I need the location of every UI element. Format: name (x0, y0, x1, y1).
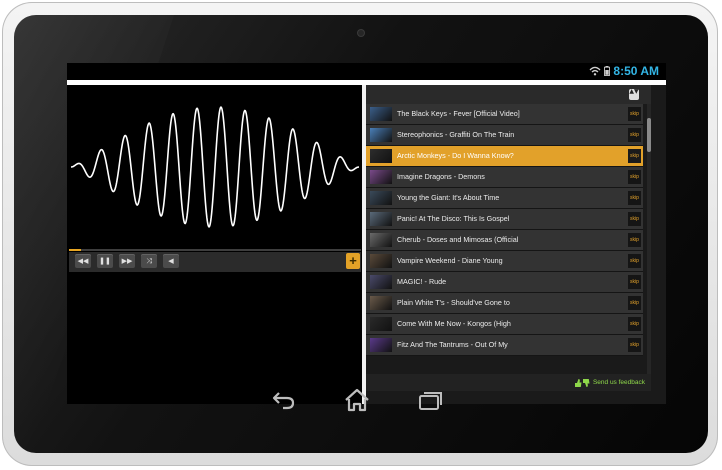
playlist-item-title: MAGIC! - Rude (397, 277, 447, 286)
playlist-list: The Black Keys - Fever [Official Video] s… (366, 104, 643, 374)
status-time: 8:50 AM (613, 64, 659, 78)
skip-button[interactable]: skip (628, 212, 641, 226)
shuffle-icon: ⤨ (146, 257, 152, 265)
pause-icon: ❚❚ (99, 257, 111, 265)
playlist-item[interactable]: Arctic Monkeys - Do I Wanna Know? skip (366, 146, 643, 167)
playlist-item-title: Young the Giant: It's About Time (397, 193, 500, 202)
playlist-header: ▲▼ (366, 85, 651, 104)
skip-button[interactable]: skip (628, 338, 641, 352)
playlist-item-title: Fitz And The Tantrums - Out Of My (397, 340, 508, 349)
playlist-item[interactable]: Young the Giant: It's About Time skip (366, 188, 643, 209)
sound-wave-line (70, 106, 360, 228)
video-thumbnail (370, 107, 392, 121)
skip-button[interactable]: skip (628, 191, 641, 205)
video-area[interactable] (69, 87, 361, 248)
playlist-item[interactable]: Stereophonics - Graffiti On The Train ski… (366, 125, 643, 146)
playlist-item-title: Come With Me Now - Kongos (High (397, 319, 511, 328)
add-to-playlist-button[interactable]: + (346, 253, 360, 269)
playlist-item[interactable]: Plain White T's - Should've Gone to skip (366, 293, 643, 314)
playlist-item[interactable]: Imagine Dragons - Demons skip (366, 167, 643, 188)
tablet-bezel: 8:50 AM ◀◀ ❚❚ ▶▶ ⤨ ◀ + ▲▼ The Black Keys… (14, 15, 708, 453)
video-thumbnail (370, 317, 392, 331)
playlist-item[interactable]: The Black Keys - Fever [Official Video] s… (366, 104, 643, 125)
video-thumbnail (370, 275, 392, 289)
playlist-item[interactable]: Come With Me Now - Kongos (High skip (366, 314, 643, 335)
volume-button[interactable]: ◀ (163, 254, 179, 268)
plus-icon: + (349, 253, 357, 268)
playlist-item-title: Vampire Weekend - Diane Young (397, 256, 503, 265)
playlist-item[interactable]: Vampire Weekend - Diane Young skip (366, 251, 643, 272)
battery-icon (604, 66, 611, 76)
video-thumbnail (370, 338, 392, 352)
video-thumbnail (370, 128, 392, 142)
skip-button[interactable]: skip (628, 128, 641, 142)
playlist-item[interactable]: MAGIC! - Rude skip (366, 272, 643, 293)
scrollbar-thumb[interactable] (647, 118, 651, 152)
back-icon (272, 392, 295, 410)
playlist-item[interactable]: Panic! At The Disco: This Is Gospel skip (366, 209, 643, 230)
video-player: ◀◀ ❚❚ ▶▶ ⤨ ◀ + (67, 85, 362, 404)
video-thumbnail (370, 233, 392, 247)
player-controls: ◀◀ ❚❚ ▶▶ ⤨ ◀ (69, 252, 361, 272)
android-navbar (270, 387, 470, 413)
playlist-panel: ▲▼ The Black Keys - Fever [Official Vide… (366, 85, 666, 404)
skip-button[interactable]: skip (628, 296, 641, 310)
playlist-item-title: Plain White T's - Should've Gone to (397, 298, 510, 307)
pause-button[interactable]: ❚❚ (97, 254, 113, 268)
rewind-button[interactable]: ◀◀ (75, 254, 91, 268)
recent-apps-icon (419, 392, 442, 410)
video-thumbnail (370, 170, 392, 184)
skip-button[interactable]: skip (628, 107, 641, 121)
playlist-item-title: The Black Keys - Fever [Official Video] (397, 109, 520, 118)
feedback-link[interactable]: Send us feedback (574, 374, 645, 391)
skip-button[interactable]: skip (628, 149, 641, 163)
sound-wave-artwork (70, 106, 360, 228)
playlist-item-title: Arctic Monkeys - Do I Wanna Know? (397, 151, 514, 160)
shuffle-button[interactable]: ⤨ (141, 254, 157, 268)
playlist-item[interactable]: Fitz And The Tantrums - Out Of My skip (366, 335, 643, 356)
feedback-label: Send us feedback (592, 379, 645, 386)
skip-button[interactable]: skip (628, 317, 641, 331)
status-bar: 8:50 AM (67, 63, 666, 80)
playlist-item-title: Imagine Dragons - Demons (397, 172, 485, 181)
fast-forward-button[interactable]: ▶▶ (119, 254, 135, 268)
home-button[interactable] (343, 387, 371, 413)
home-icon (345, 388, 369, 412)
back-button[interactable] (270, 387, 298, 413)
video-thumbnail (370, 191, 392, 205)
playlist-item[interactable]: Cherub - Doses and Mimosas (Official skip (366, 230, 643, 251)
progress-bar[interactable] (69, 249, 361, 251)
tablet-frame: 8:50 AM ◀◀ ❚❚ ▶▶ ⤨ ◀ + ▲▼ The Black Keys… (2, 2, 718, 466)
screen: 8:50 AM ◀◀ ❚❚ ▶▶ ⤨ ◀ + ▲▼ The Black Keys… (67, 63, 666, 404)
recent-apps-button[interactable] (416, 387, 444, 413)
progress-fill (69, 249, 81, 251)
thumbs-icon (574, 378, 590, 387)
skip-button[interactable]: skip (628, 170, 641, 184)
wifi-icon (589, 66, 601, 76)
playlist-dropdown[interactable]: ▲▼ (629, 89, 639, 100)
playlist-item-title: Stereophonics - Graffiti On The Train (397, 130, 515, 139)
video-thumbnail (370, 254, 392, 268)
fast-forward-icon: ▶▶ (121, 257, 133, 265)
status-indicators: 8:50 AM (589, 64, 659, 78)
playlist-item-title: Panic! At The Disco: This Is Gospel (397, 214, 510, 223)
camera-icon (358, 30, 364, 36)
playlist-scrollbar[interactable] (647, 104, 651, 374)
skip-button[interactable]: skip (628, 254, 641, 268)
volume-icon: ◀ (168, 257, 174, 265)
rewind-icon: ◀◀ (77, 257, 89, 265)
video-thumbnail (370, 296, 392, 310)
video-thumbnail (370, 149, 392, 163)
skip-button[interactable]: skip (628, 233, 641, 247)
video-thumbnail (370, 212, 392, 226)
dropdown-arrows-icon: ▲▼ (629, 88, 639, 95)
playlist-item-title: Cherub - Doses and Mimosas (Official (397, 235, 519, 244)
skip-button[interactable]: skip (628, 275, 641, 289)
